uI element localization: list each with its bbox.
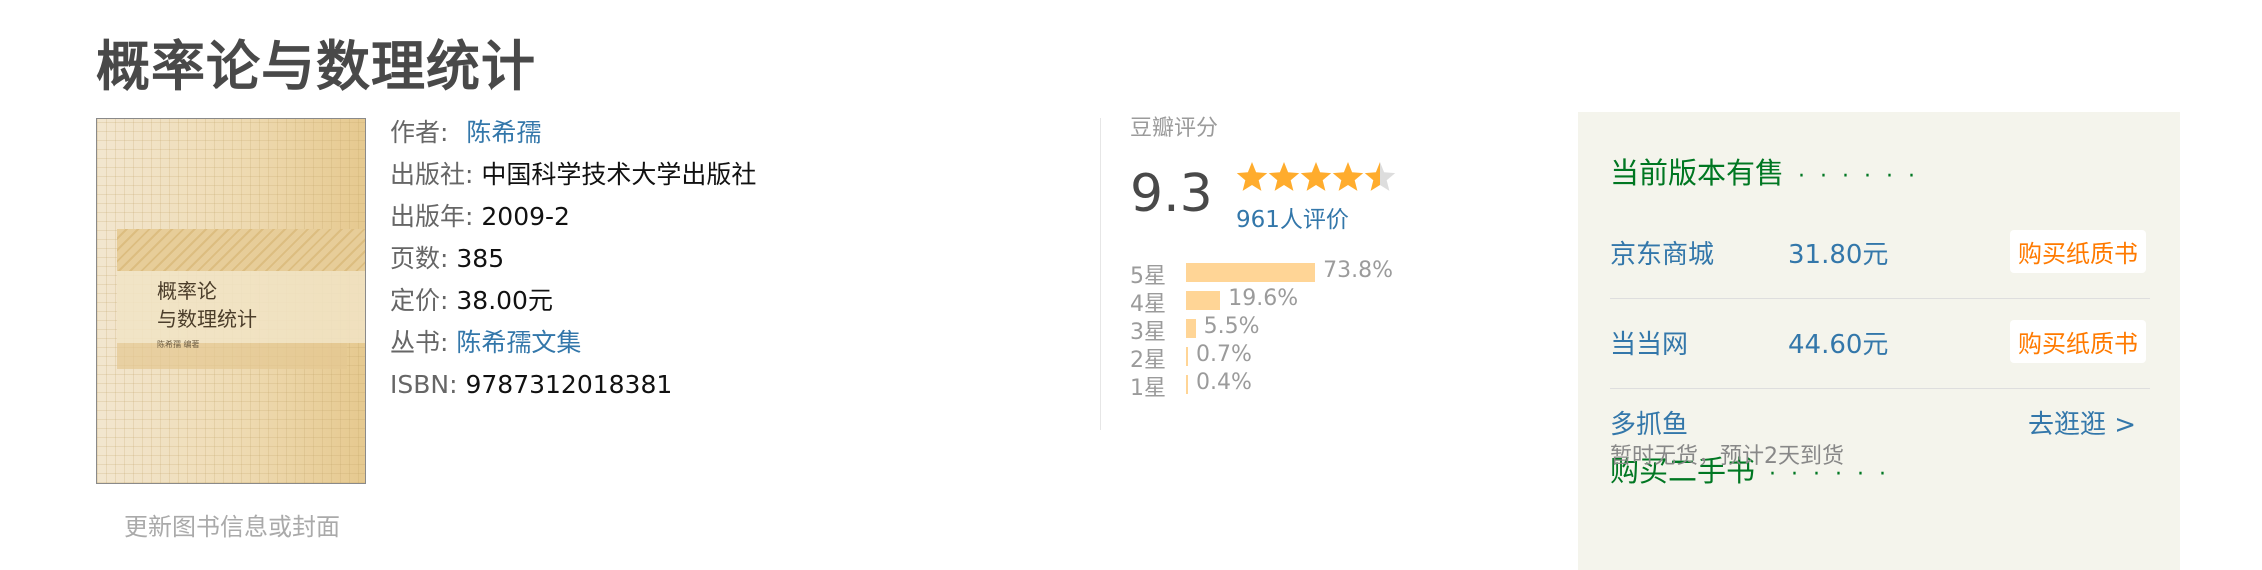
current-edition-title: 当前版本有售 · · · · · · — [1610, 150, 1919, 192]
year-value: 2009-2 — [481, 202, 570, 231]
buy-sidebar: 当前版本有售 · · · · · · 京东商城 31.80元 购买纸质书 当当网 … — [1578, 112, 2180, 570]
info-publisher-row: 出版社: 中国科学技术大学出版社 — [390, 154, 756, 196]
rating-panel: 豆瓣评分 9.3 961人评价 — [1130, 110, 1396, 233]
star-icon — [1332, 162, 1364, 191]
pages-label: 页数: — [390, 244, 449, 273]
vendor-row: 京东商城 31.80元 购买纸质书 — [1610, 208, 2150, 299]
info-author-row: 作者: 陈希孺 — [390, 112, 756, 154]
cover-band — [117, 343, 347, 369]
vendor-name-link[interactable]: 京东商城 — [1610, 234, 1714, 271]
rating-label: 豆瓣评分 — [1130, 116, 1219, 141]
rating-dist-percent: 73.8% — [1323, 258, 1394, 283]
book-info: 作者: 陈希孺 出版社: 中国科学技术大学出版社 出版年: 2009-2 页数:… — [390, 112, 756, 406]
info-pages-row: 页数: 385 — [390, 238, 756, 280]
info-isbn-row: ISBN: 9787312018381 — [390, 364, 756, 406]
rating-dist-bar — [1186, 263, 1316, 282]
rating-dist-percent: 5.5% — [1203, 314, 1260, 339]
vendor-row: 当当网 44.60元 购买纸质书 — [1610, 298, 2150, 389]
rating-dist-bar — [1186, 347, 1188, 366]
buy-paper-book-button[interactable]: 购买纸质书 — [2010, 230, 2146, 273]
cover-title: 概率论 与数理统计 — [157, 279, 257, 331]
rating-dist-bar — [1186, 319, 1196, 338]
star-icon — [1300, 162, 1332, 191]
used-status: 暂时无货，预计2天到货 — [1610, 444, 1844, 469]
rating-score: 9.3 — [1130, 164, 1213, 224]
rating-count-link[interactable]: 961人评价 — [1236, 200, 1349, 234]
go-browse-link[interactable]: 去逛逛 > — [2028, 404, 2136, 441]
cover-band — [117, 229, 365, 271]
author-link[interactable]: 陈希孺 — [466, 118, 541, 147]
buy-paper-book-button[interactable]: 购买纸质书 — [2010, 320, 2146, 363]
info-price-row: 定价: 38.00元 — [390, 280, 756, 322]
rating-dist-bar — [1186, 291, 1221, 310]
pages-value: 385 — [456, 244, 505, 273]
isbn-value: 9787312018381 — [465, 370, 673, 399]
update-book-info-link[interactable]: 更新图书信息或封面 — [124, 507, 340, 542]
vendor-price-link[interactable]: 44.60元 — [1788, 324, 1888, 361]
year-label: 出版年: — [390, 202, 474, 231]
isbn-label: ISBN: — [390, 370, 458, 399]
current-edition-label: 当前版本有售 — [1610, 156, 1785, 190]
book-title: 概率论与数理统计 — [96, 35, 536, 98]
dots: · · · · · · — [1798, 164, 1919, 189]
vendor-price-link[interactable]: 31.80元 — [1788, 234, 1888, 271]
cover-author: 陈希孺 编著 — [157, 340, 200, 349]
author-label: 作者: — [390, 118, 449, 147]
used-vendor-link[interactable]: 多抓鱼 — [1610, 404, 1688, 441]
price-value: 38.00元 — [456, 286, 553, 315]
price-label: 定价: — [390, 286, 449, 315]
star-icon — [1236, 162, 1268, 191]
info-series-row: 丛书: 陈希孺文集 — [390, 322, 756, 364]
publisher-label: 出版社: — [390, 160, 474, 189]
rating-stars-icon — [1236, 162, 1396, 191]
rating-dist-label: 1星 — [1130, 376, 1166, 401]
info-year-row: 出版年: 2009-2 — [390, 196, 756, 238]
star-icon — [1364, 162, 1396, 191]
publisher-value: 中国科学技术大学出版社 — [481, 160, 757, 189]
book-cover[interactable]: 概率论 与数理统计 陈希孺 编著 — [96, 118, 366, 484]
vendor-name-link[interactable]: 当当网 — [1610, 324, 1688, 361]
rating-dist-percent: 0.4% — [1196, 370, 1252, 395]
divider — [1100, 118, 1101, 430]
rating-dist-percent: 0.7% — [1196, 342, 1252, 367]
rating-dist-percent: 19.6% — [1228, 286, 1299, 311]
rating-dist-bar — [1186, 375, 1188, 394]
series-link[interactable]: 陈希孺文集 — [456, 328, 581, 357]
star-icon — [1268, 162, 1300, 191]
series-label: 丛书: — [390, 328, 449, 357]
